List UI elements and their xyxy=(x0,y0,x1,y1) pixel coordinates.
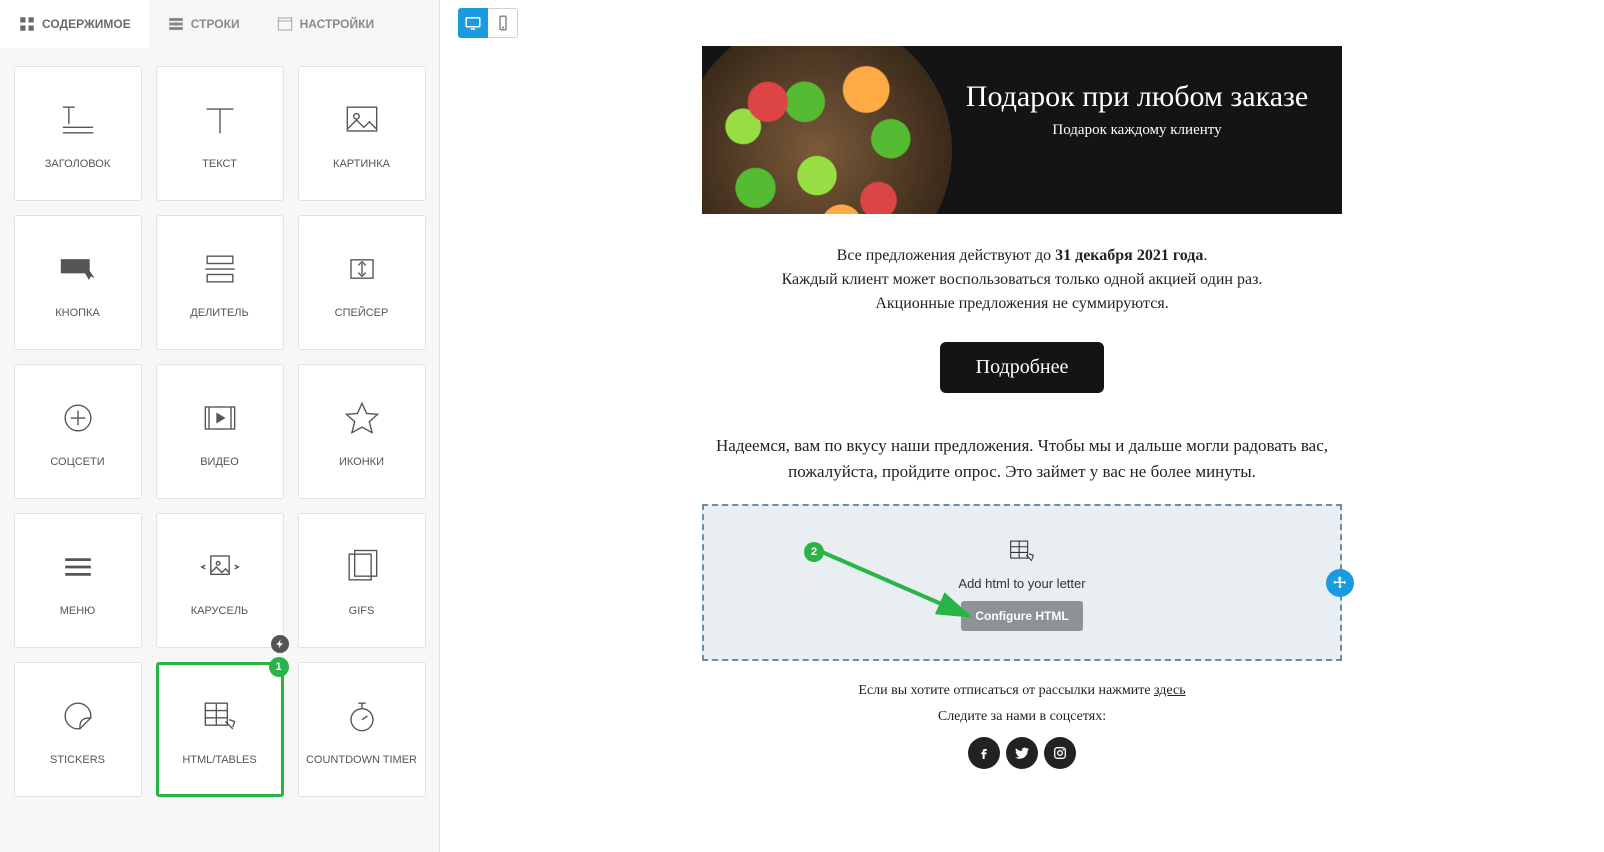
tile-divider-label: ДЕЛИТЕЛЬ xyxy=(190,306,248,320)
tile-gifs-label: GIFS xyxy=(349,604,375,618)
tile-icons[interactable]: ИКОНКИ xyxy=(298,364,426,499)
tile-heading[interactable]: ЗАГОЛОВОК xyxy=(14,66,142,201)
tile-video[interactable]: ВИДЕО xyxy=(156,364,284,499)
sidebar-panel: СОДЕРЖИМОЕ СТРОКИ НАСТРОЙКИ ЗАГОЛОВОК ТЕ… xyxy=(0,0,440,852)
marker-1-badge: 1 xyxy=(269,657,289,677)
countdown-icon xyxy=(340,694,384,738)
unsub-link[interactable]: здесь xyxy=(1154,683,1186,698)
tab-settings[interactable]: НАСТРОЙКИ xyxy=(258,0,392,48)
email-preview: Подарок при любом заказе Подарок каждому… xyxy=(440,46,1604,852)
dropzone-text: Add html to your letter xyxy=(724,576,1320,591)
video-icon xyxy=(198,396,242,440)
social-icons xyxy=(712,737,1332,769)
promo-line1: Все предложения действуют до 31 декабря … xyxy=(732,244,1312,268)
tile-countdown[interactable]: COUNTDOWN TIMER xyxy=(298,662,426,797)
instagram-icon[interactable] xyxy=(1044,737,1076,769)
image-icon xyxy=(340,98,384,142)
tile-html-label: HTML/TABLES xyxy=(182,753,256,767)
text-icon xyxy=(198,98,242,142)
tile-video-label: ВИДЕО xyxy=(200,455,239,469)
html-tables-icon xyxy=(1005,534,1039,568)
html-tables-icon xyxy=(198,694,242,738)
configure-html-button[interactable]: Configure HTML xyxy=(961,601,1082,631)
tile-divider[interactable]: ДЕЛИТЕЛЬ xyxy=(156,215,284,350)
tile-stickers[interactable]: STICKERS xyxy=(14,662,142,797)
desktop-view-button[interactable] xyxy=(458,8,488,38)
unsub-line: Если вы хотите отписаться от рассылки на… xyxy=(712,683,1332,699)
stickers-icon xyxy=(56,694,100,738)
hero-subtitle: Подарок каждому клиенту xyxy=(952,122,1322,139)
tile-spacer-label: СПЕЙСЕР xyxy=(335,306,389,320)
tile-carousel-label: КАРУСЕЛЬ xyxy=(191,604,249,618)
bolt-icon xyxy=(271,635,289,653)
promo-line2: Каждый клиент может воспользоваться толь… xyxy=(732,268,1312,292)
tab-content-label: СОДЕРЖИМОЕ xyxy=(42,17,131,31)
tile-text[interactable]: ТЕКСТ xyxy=(156,66,284,201)
marker-2-badge: 2 xyxy=(804,542,824,562)
hero-image xyxy=(702,46,952,214)
rows-icon xyxy=(167,15,185,33)
facebook-icon[interactable] xyxy=(968,737,1000,769)
tile-carousel[interactable]: КАРУСЕЛЬ xyxy=(156,513,284,648)
follow-text: Следите за нами в соцсетях: xyxy=(712,709,1332,725)
topbar xyxy=(440,0,1604,46)
email-footer: Если вы хотите отписаться от рассылки на… xyxy=(702,661,1342,779)
tile-button[interactable]: КНОПКА xyxy=(14,215,142,350)
cta-button[interactable]: Подробнее xyxy=(940,342,1105,393)
tab-content[interactable]: СОДЕРЖИМОЕ xyxy=(0,0,149,48)
social-plus-icon xyxy=(56,396,100,440)
tabs-bar: СОДЕРЖИМОЕ СТРОКИ НАСТРОЙКИ xyxy=(0,0,439,48)
divider-icon xyxy=(198,247,242,291)
canvas-area: Подарок при любом заказе Подарок каждому… xyxy=(440,0,1604,852)
promo-section: Все предложения действуют до 31 декабря … xyxy=(702,214,1342,413)
tile-stickers-label: STICKERS xyxy=(50,753,105,767)
gifs-icon xyxy=(340,545,384,589)
twitter-icon[interactable] xyxy=(1006,737,1038,769)
email-body: Подарок при любом заказе Подарок каждому… xyxy=(702,46,1342,832)
settings-icon xyxy=(276,15,294,33)
tab-rows[interactable]: СТРОКИ xyxy=(149,0,258,48)
move-handle[interactable] xyxy=(1326,569,1354,597)
menu-icon xyxy=(56,545,100,589)
tile-gifs[interactable]: GIFS xyxy=(298,513,426,648)
tile-html-tables[interactable]: 1 HTML/TABLES xyxy=(156,662,284,797)
tile-social[interactable]: СОЦСЕТИ xyxy=(14,364,142,499)
content-grid: ЗАГОЛОВОК ТЕКСТ КАРТИНКА КНОПКА ДЕЛИТЕЛЬ… xyxy=(0,48,439,852)
tile-image[interactable]: КАРТИНКА xyxy=(298,66,426,201)
heading-icon xyxy=(56,98,100,142)
tile-menu[interactable]: МЕНЮ xyxy=(14,513,142,648)
mobile-view-button[interactable] xyxy=(488,8,518,38)
tab-settings-label: НАСТРОЙКИ xyxy=(300,17,374,31)
hero-banner: Подарок при любом заказе Подарок каждому… xyxy=(702,46,1342,214)
carousel-icon xyxy=(198,545,242,589)
grid-icon xyxy=(18,15,36,33)
star-icon xyxy=(340,396,384,440)
hero-title: Подарок при любом заказе xyxy=(952,80,1322,114)
tile-heading-label: ЗАГОЛОВОК xyxy=(45,157,110,171)
tile-image-label: КАРТИНКА xyxy=(333,157,390,171)
tile-icons-label: ИКОНКИ xyxy=(339,455,384,469)
button-icon xyxy=(56,247,100,291)
tab-rows-label: СТРОКИ xyxy=(191,17,240,31)
tile-social-label: СОЦСЕТИ xyxy=(50,455,104,469)
tile-countdown-label: COUNTDOWN TIMER xyxy=(306,753,417,767)
promo-line3: Акционные предложения не суммируются. xyxy=(732,292,1312,316)
spacer-icon xyxy=(340,247,384,291)
tile-text-label: ТЕКСТ xyxy=(202,157,237,171)
tile-spacer[interactable]: СПЕЙСЕР xyxy=(298,215,426,350)
tile-menu-label: МЕНЮ xyxy=(60,604,96,618)
survey-text: Надеемся, вам по вкусу наши предложения.… xyxy=(702,413,1342,504)
html-drop-zone[interactable]: 2 Add html to your letter Configure HTML xyxy=(702,504,1342,661)
tile-button-label: КНОПКА xyxy=(55,306,100,320)
